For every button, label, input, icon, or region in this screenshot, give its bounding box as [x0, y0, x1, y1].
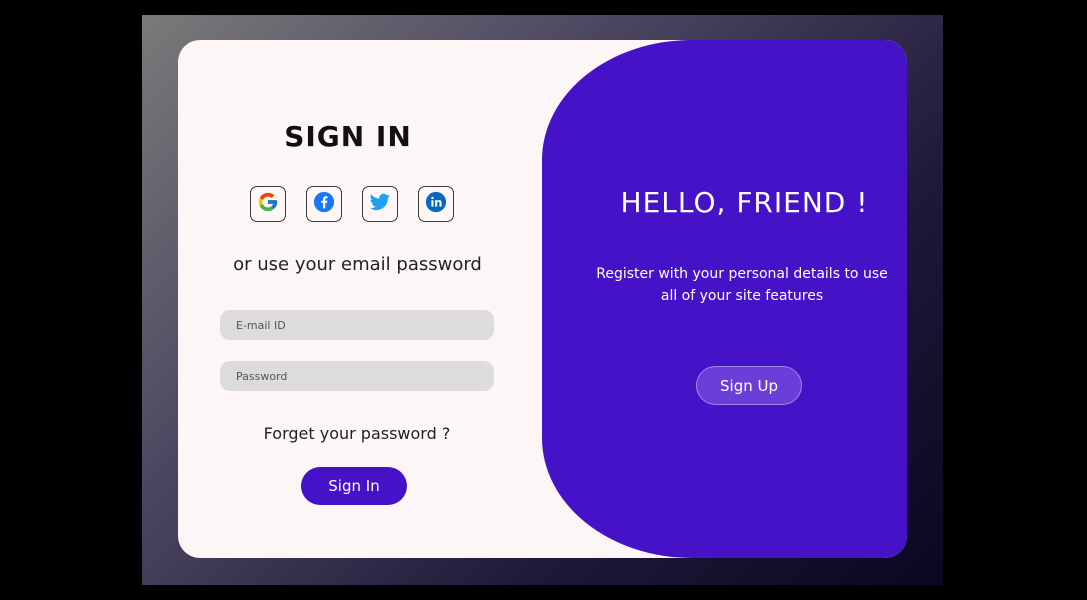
- forgot-password-link[interactable]: Forget your password ?: [220, 424, 494, 443]
- facebook-icon: [313, 191, 335, 217]
- welcome-description: Register with your personal details to u…: [596, 266, 888, 304]
- facebook-button[interactable]: [306, 186, 342, 222]
- password-field[interactable]: [220, 361, 494, 391]
- google-button[interactable]: [250, 186, 286, 222]
- linkedin-icon: [425, 191, 447, 217]
- twitter-button[interactable]: [362, 186, 398, 222]
- sign-up-button[interactable]: Sign Up: [696, 366, 802, 405]
- twitter-icon: [370, 193, 390, 215]
- sign-in-button[interactable]: Sign In: [301, 467, 407, 505]
- sign-in-title: SIGN IN: [284, 120, 412, 153]
- auth-card: SIGN IN or use your email password E-mai…: [178, 40, 907, 558]
- welcome-title: HELLO, FRIEND !: [620, 186, 869, 219]
- alt-login-text: or use your email password: [233, 254, 482, 275]
- email-field[interactable]: [220, 310, 494, 340]
- welcome-panel: HELLO, FRIEND ! Register with your perso…: [542, 40, 907, 558]
- linkedin-button[interactable]: [418, 186, 454, 222]
- google-icon: [257, 191, 279, 217]
